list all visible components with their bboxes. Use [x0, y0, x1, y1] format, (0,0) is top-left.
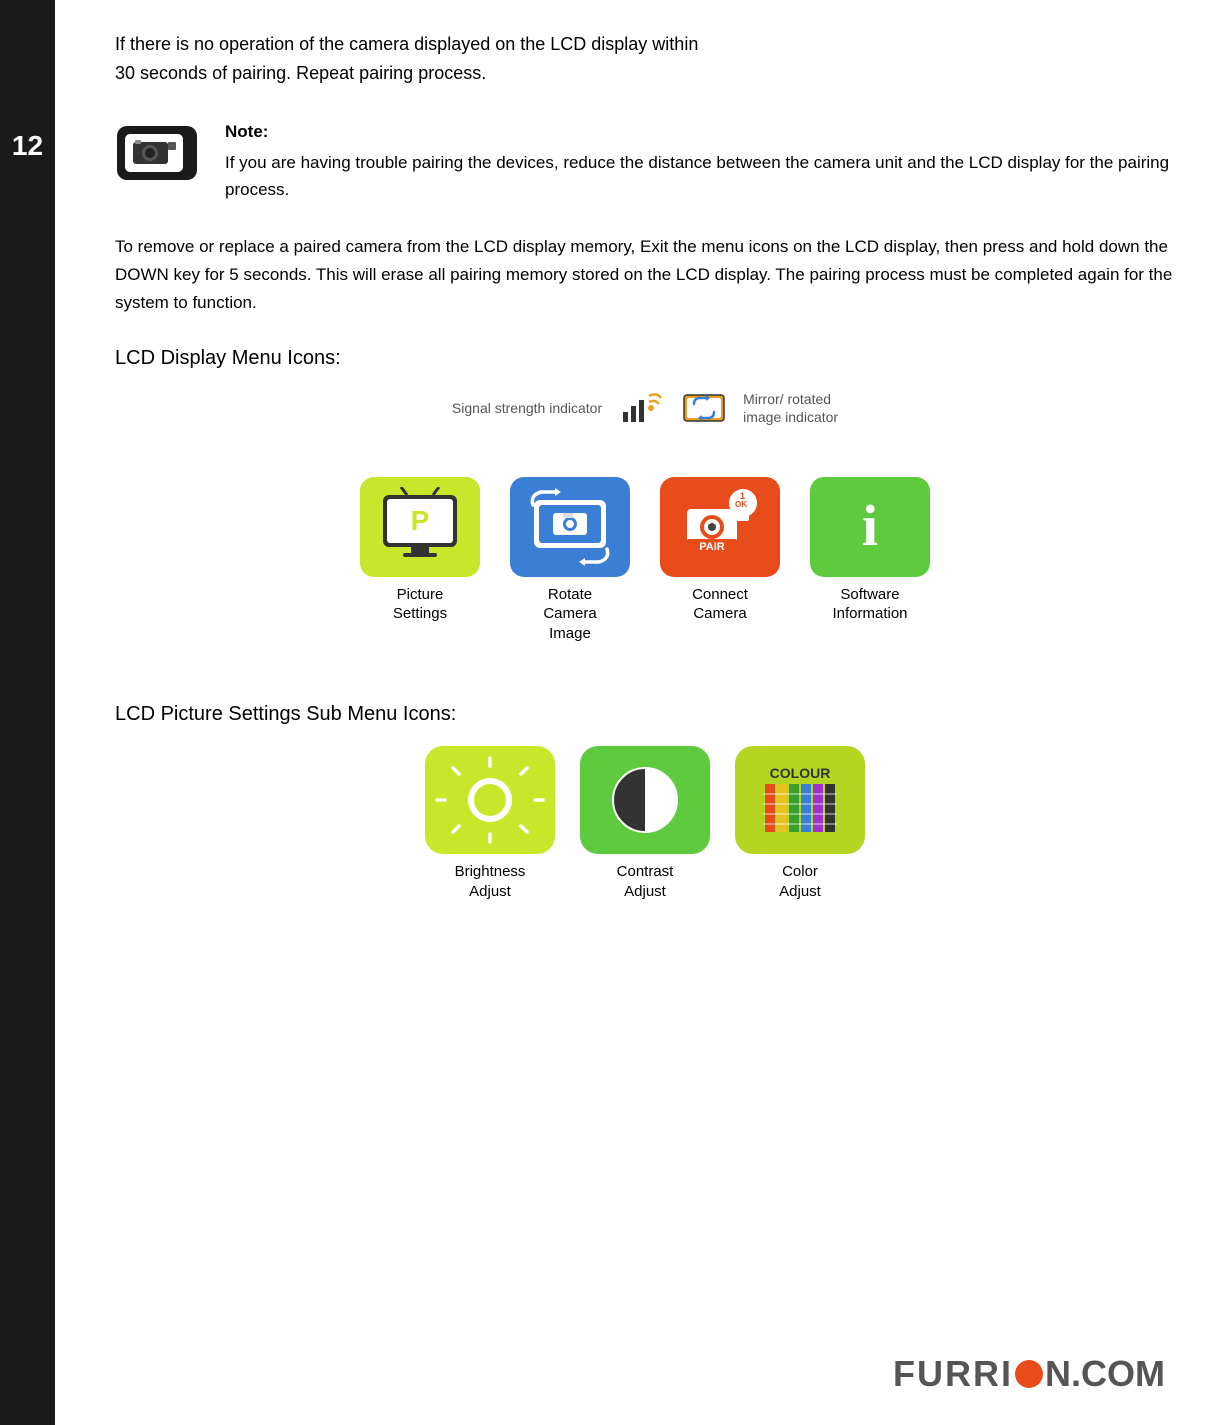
note-body: If you are having trouble pairing the de…: [225, 153, 1169, 199]
note-finger-svg: [115, 118, 205, 188]
sidebar: 12: [0, 0, 55, 1425]
mirror-label: Mirror/ rotatedimage indicator: [743, 390, 838, 426]
main-content: If there is no operation of the camera d…: [75, 0, 1215, 971]
menu-icon-grid: P PictureSettings: [115, 477, 1175, 644]
footer-logo: FURRI N.COM: [893, 1353, 1165, 1395]
rotate-camera-item: RotateCameraImage: [510, 477, 630, 644]
note-icon: [115, 118, 205, 188]
rotate-camera-icon-box: [510, 477, 630, 577]
connect-camera-svg: 1 OK PAIR: [675, 487, 765, 567]
rotate-camera-svg: [525, 487, 615, 567]
colour-svg: COLOUR: [745, 756, 855, 844]
picture-settings-label: PictureSettings: [393, 585, 447, 624]
brightness-adjust-item: BrightnessAdjust: [425, 746, 555, 901]
brightness-svg: [435, 756, 545, 844]
software-info-item: i SoftwareInformation: [810, 477, 930, 644]
picture-settings-item: P PictureSettings: [360, 477, 480, 644]
software-info-svg: i: [825, 487, 915, 567]
contrast-adjust-label: ContrastAdjust: [617, 862, 674, 901]
contrast-svg: [590, 756, 700, 844]
signal-row: Signal strength indicator Mirror/ rotate…: [115, 390, 1175, 426]
brightness-adjust-icon-box: [425, 746, 555, 854]
svg-text:PAIR: PAIR: [699, 541, 725, 553]
note-content: Note: If you are having trouble pairing …: [225, 118, 1175, 204]
lcd-sub-heading: LCD Picture Settings Sub Menu Icons:: [115, 703, 1175, 726]
color-adjust-label: ColorAdjust: [779, 862, 821, 901]
software-info-label: SoftwareInformation: [832, 585, 907, 624]
contrast-adjust-icon-box: [580, 746, 710, 854]
signal-strength-icon: [617, 390, 665, 426]
rotate-camera-label: RotateCameraImage: [543, 585, 596, 644]
footer-logo-circle: [1015, 1360, 1043, 1388]
picture-settings-svg: P: [375, 487, 465, 567]
svg-text:OK: OK: [735, 500, 747, 509]
note-title: Note:: [225, 118, 1175, 145]
footer-brand-text: FURRI: [893, 1353, 1013, 1395]
picture-settings-icon-box: P: [360, 477, 480, 577]
page-number: 12: [12, 130, 43, 162]
sub-icon-grid: BrightnessAdjust ContrastAdjust: [115, 746, 1175, 901]
software-info-icon-box: i: [810, 477, 930, 577]
note-box: Note: If you are having trouble pairing …: [115, 118, 1175, 204]
lcd-menu-heading: LCD Display Menu Icons:: [115, 347, 1175, 370]
svg-text:i: i: [862, 493, 878, 558]
svg-text:COLOUR: COLOUR: [770, 765, 831, 781]
mirror-icon: [680, 390, 728, 426]
intro-paragraph: If there is no operation of the camera d…: [115, 30, 1175, 88]
svg-text:P: P: [411, 505, 430, 536]
para2: To remove or replace a paired camera fro…: [115, 233, 1175, 317]
connect-camera-icon-box: 1 OK PAIR: [660, 477, 780, 577]
contrast-adjust-item: ContrastAdjust: [580, 746, 710, 901]
signal-label: Signal strength indicator: [452, 400, 602, 416]
footer-domain-text: N.COM: [1045, 1353, 1165, 1395]
color-adjust-icon-box: COLOUR: [735, 746, 865, 854]
connect-camera-item: 1 OK PAIR ConnectCamera: [660, 477, 780, 644]
color-adjust-item: COLOUR ColorAdjust: [735, 746, 865, 901]
connect-camera-label: ConnectCamera: [692, 585, 748, 624]
brightness-adjust-label: BrightnessAdjust: [455, 862, 526, 901]
